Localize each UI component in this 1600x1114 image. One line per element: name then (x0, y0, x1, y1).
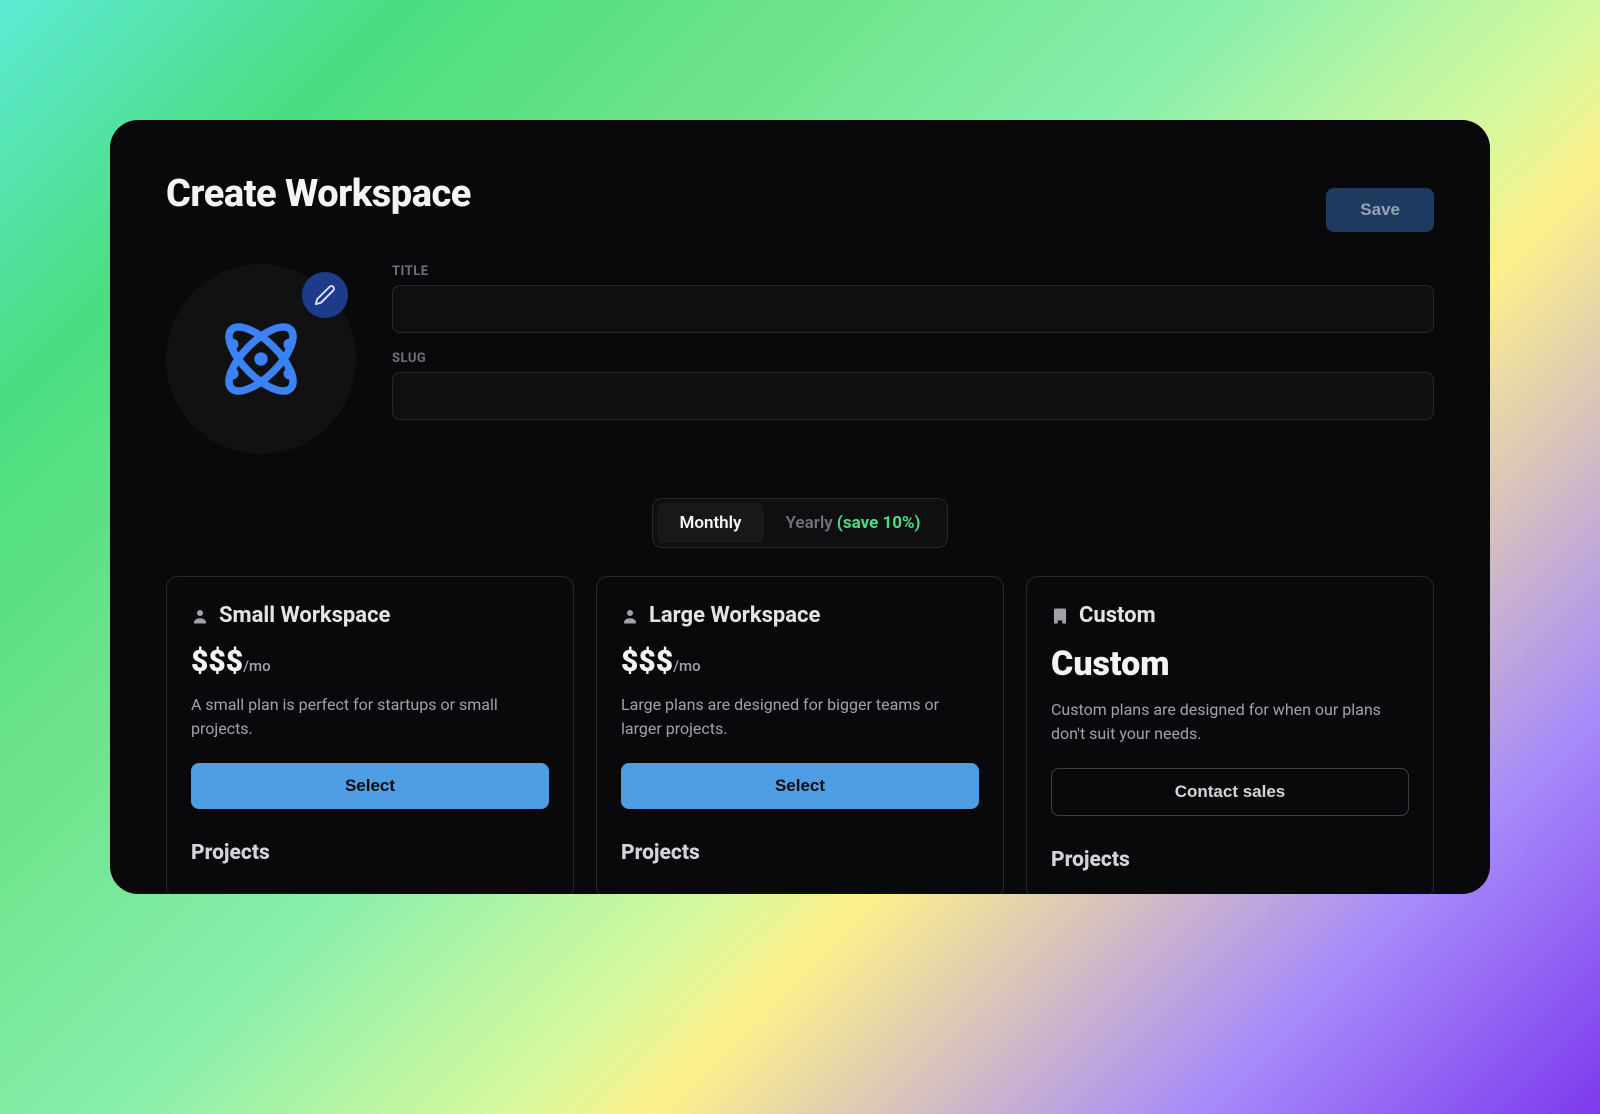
plan-custom-price: Custom (1051, 644, 1409, 684)
form-fields: TITLE SLUG (392, 264, 1434, 454)
plan-head: Large Workspace (621, 603, 979, 628)
billing-toggle: Monthly Yearly (save 10%) (652, 498, 947, 548)
plan-description: A small plan is perfect for startups or … (191, 693, 549, 741)
plan-section-title: Projects (621, 841, 979, 865)
plan-card-custom: Custom Custom Custom plans are designed … (1026, 576, 1434, 894)
billing-monthly-tab[interactable]: Monthly (657, 503, 763, 543)
plan-card-large: Large Workspace $$$/mo Large plans are d… (596, 576, 1004, 894)
page-title: Create Workspace (166, 172, 471, 216)
plan-section-title: Projects (1051, 848, 1409, 872)
save-button[interactable]: Save (1326, 188, 1434, 232)
plan-name: Large Workspace (649, 603, 820, 628)
plan-price: $$$/mo (191, 644, 549, 679)
plan-price: $$$/mo (621, 644, 979, 679)
plan-price-unit: /mo (673, 657, 700, 675)
edit-avatar-button[interactable] (302, 272, 348, 318)
workspace-create-window: Create Workspace Save (110, 120, 1490, 894)
plan-price-amount: $$$ (621, 644, 673, 679)
form-row: TITLE SLUG (166, 264, 1434, 454)
plan-head: Small Workspace (191, 603, 549, 628)
person-icon (621, 607, 639, 625)
billing-yearly-label: Yearly (786, 513, 833, 533)
slug-label: SLUG (392, 351, 1434, 366)
person-icon (191, 607, 209, 625)
title-input[interactable] (392, 285, 1434, 333)
title-field-group: TITLE (392, 264, 1434, 333)
plan-card-small: Small Workspace $$$/mo A small plan is p… (166, 576, 574, 894)
plan-description: Large plans are designed for bigger team… (621, 693, 979, 741)
atom-icon (211, 309, 311, 409)
plan-section-title: Projects (191, 841, 549, 865)
plan-name: Small Workspace (219, 603, 390, 628)
plans-grid: Small Workspace $$$/mo A small plan is p… (166, 576, 1434, 894)
title-label: TITLE (392, 264, 1434, 279)
select-large-button[interactable]: Select (621, 763, 979, 809)
slug-input[interactable] (392, 372, 1434, 420)
billing-yearly-tab[interactable]: Yearly (save 10%) (764, 503, 943, 543)
avatar-container (166, 264, 356, 454)
header: Create Workspace Save (166, 172, 1434, 232)
select-small-button[interactable]: Select (191, 763, 549, 809)
plan-name: Custom (1079, 603, 1156, 628)
billing-yearly-save: (save 10%) (837, 513, 921, 533)
slug-field-group: SLUG (392, 351, 1434, 420)
pencil-icon (314, 284, 336, 306)
plan-price-unit: /mo (243, 657, 270, 675)
building-icon (1051, 607, 1069, 625)
plan-price-amount: $$$ (191, 644, 243, 679)
contact-sales-button[interactable]: Contact sales (1051, 768, 1409, 816)
plan-head: Custom (1051, 603, 1409, 628)
plan-description: Custom plans are designed for when our p… (1051, 698, 1409, 746)
